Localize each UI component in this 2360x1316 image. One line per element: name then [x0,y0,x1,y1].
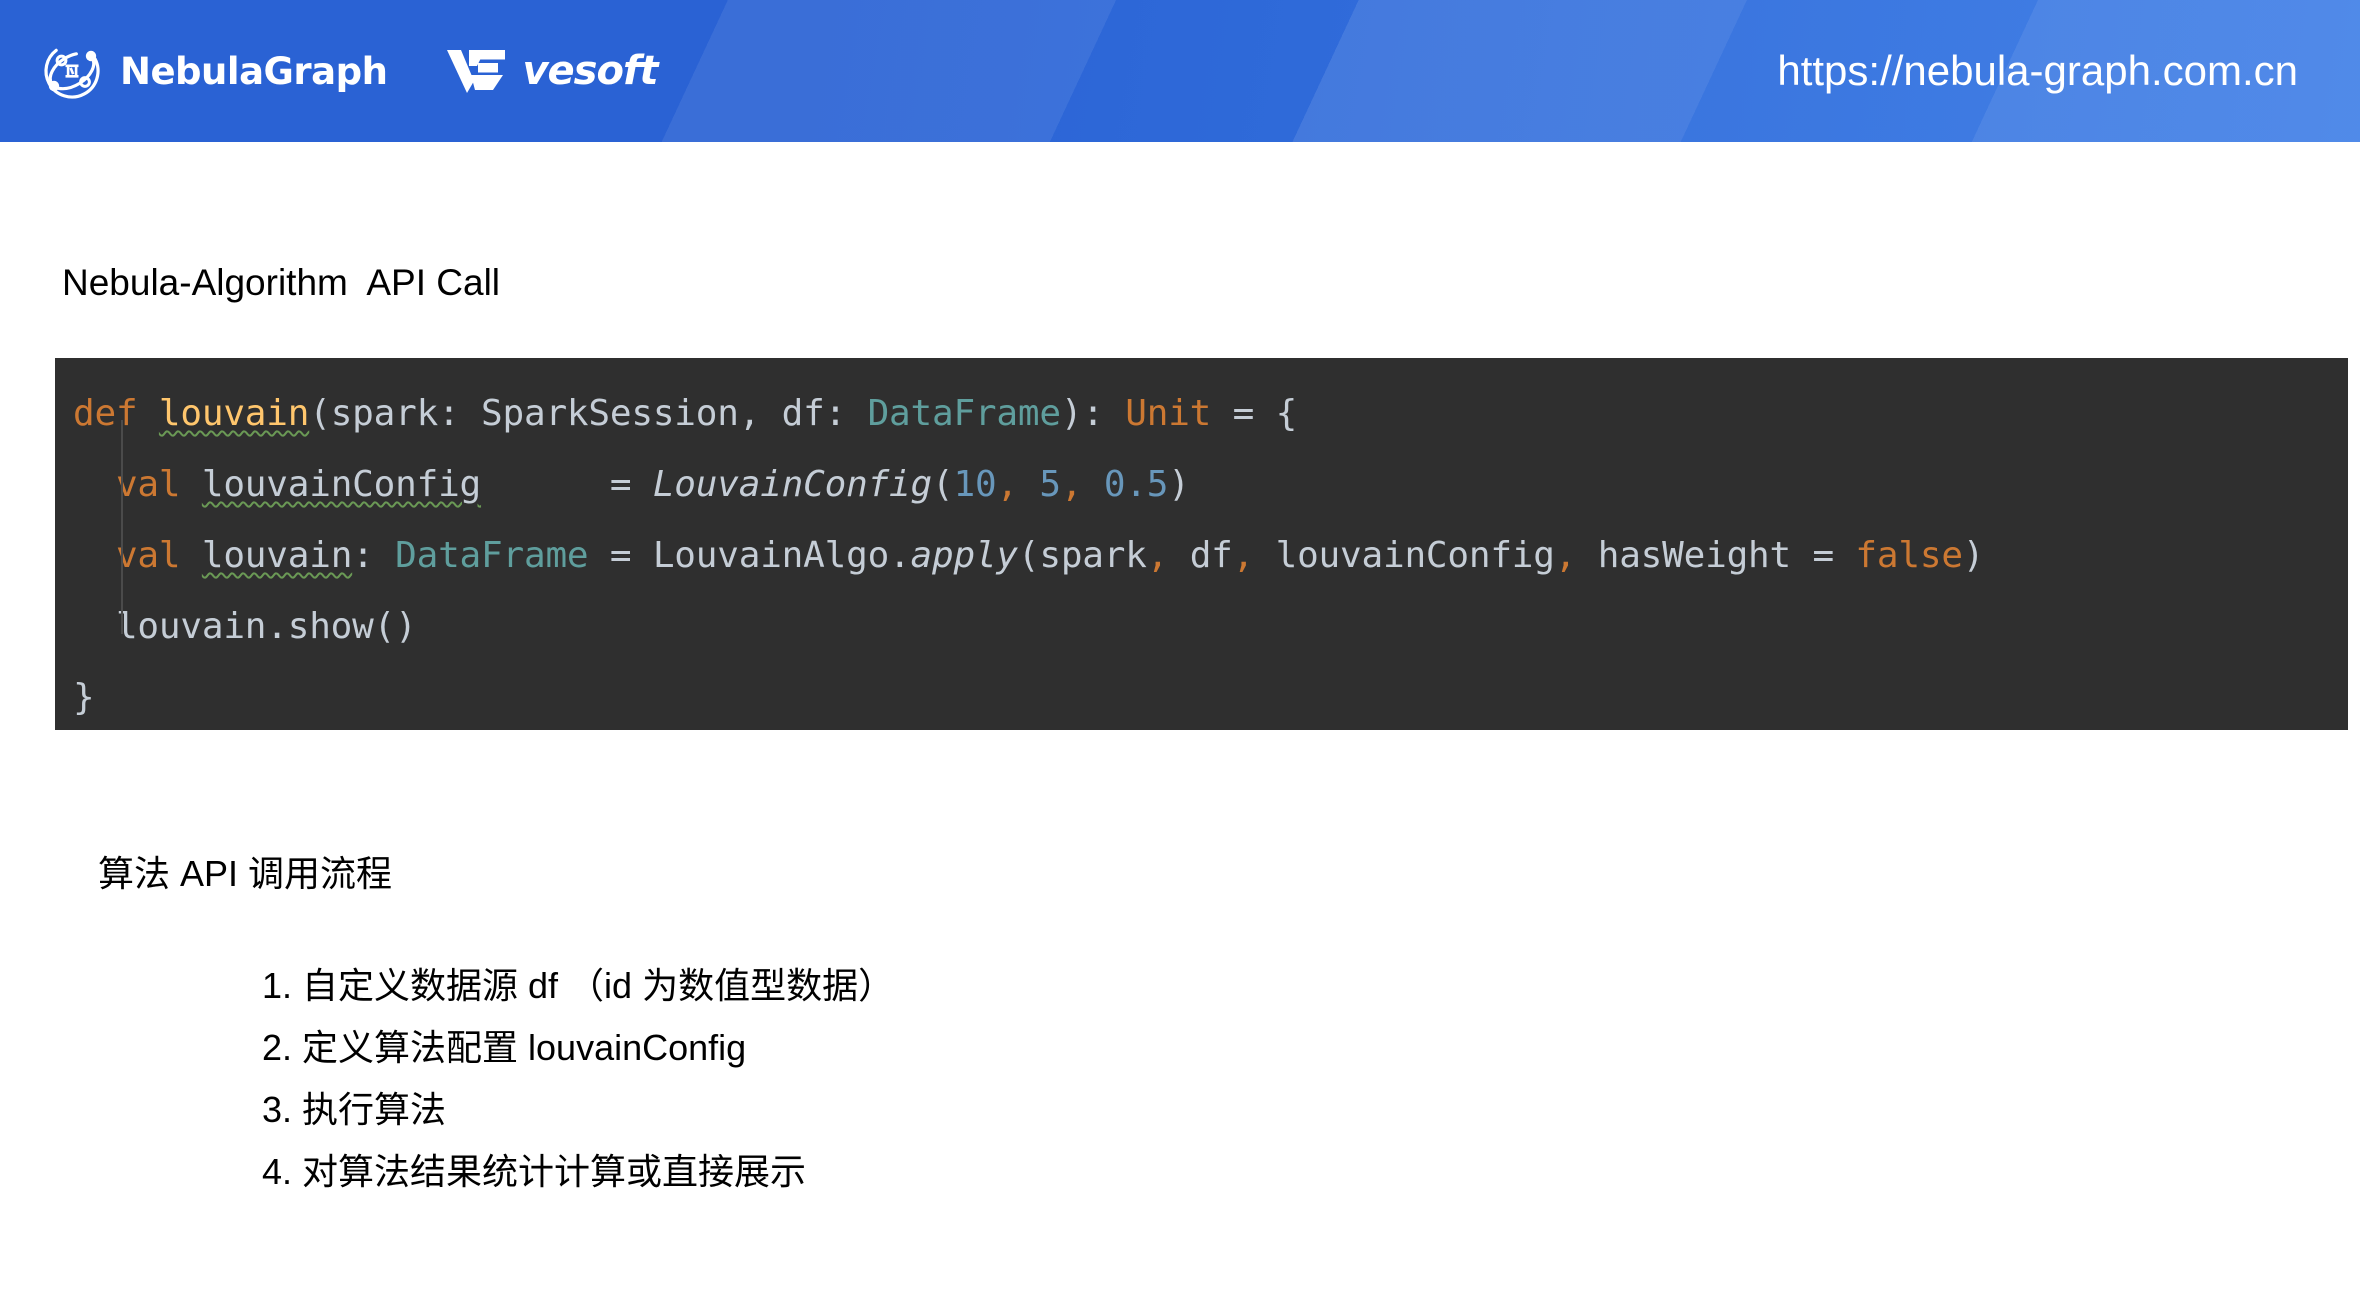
code-token: val [115,535,181,576]
code-token: def [73,393,138,434]
code-token: , [1232,535,1255,576]
code-token: ) [1962,535,1985,576]
code-token: , [1060,464,1083,505]
site-url[interactable]: https://nebula-graph.com.cn [1777,0,2298,142]
code-token: , [996,464,1018,505]
code-token: louvain [201,535,353,576]
code-token: val [115,464,181,505]
list-item: 4. 对算法结果统计计算或直接展示 [262,1151,807,1192]
vesoft-wordmark: vesoft [522,48,658,94]
code-token: ) [1168,464,1190,505]
page-header-banner: NebulaGraph vesoft https://nebula-graph.… [0,0,2360,142]
code-token: hasWeight = [1576,535,1856,576]
code-token: louvain [158,393,310,434]
flow-step-list: 1. 自定义数据源 df （id 为数值型数据） 2. 定义算法配置 louva… [262,955,894,1203]
code-token: LouvainConfig [652,464,932,505]
code-token: : [352,535,396,576]
code-token: , [1554,535,1577,576]
code-token: (spark: SparkSession, df: [309,393,868,434]
flow-heading: 算法 API 调用流程 [98,853,393,894]
brand-lockup-group: NebulaGraph vesoft [40,0,658,142]
code-token: apply [910,535,1019,576]
code-token: df [1168,535,1233,576]
code-token: Unit [1125,393,1212,434]
code-token: louvain.show() [73,606,417,647]
nebulagraph-wordmark: NebulaGraph [120,49,388,93]
vesoft-v-icon [447,48,509,94]
code-token: = { [1211,393,1298,434]
slide-title: Nebula-Algorithm API Call [62,262,501,303]
list-item: 2. 定义算法配置 louvainConfig [262,1027,747,1068]
code-token: , [1146,535,1169,576]
vesoft-logo: vesoft [447,48,658,94]
code-token: 5 [1039,464,1061,505]
code-token: } [73,677,95,718]
list-item: 1. 自定义数据源 df （id 为数值型数据） [262,965,895,1006]
nebulagraph-orbit-icon [40,39,104,103]
code-token: ): [1060,393,1126,434]
code-content[interactable]: def louvain(spark: SparkSession, df: Dat… [55,378,2348,730]
code-token: = LouvainAlgo. [588,535,911,576]
code-token: (spark [1017,535,1147,576]
code-token: 0.5 [1103,464,1169,505]
code-token: louvainConfig [1254,535,1555,576]
nebulagraph-logo: NebulaGraph [40,39,388,103]
code-indent-guide [121,420,123,634]
code-token: DataFrame [867,393,1061,434]
code-token: louvainConfig [201,464,482,505]
code-token: 10 [953,464,997,505]
code-token: = [481,464,653,505]
code-block: def louvain(spark: SparkSession, df: Dat… [55,358,2348,730]
code-token: ( [932,464,954,505]
list-item: 3. 执行算法 [262,1089,447,1130]
code-token: false [1855,535,1963,576]
code-token: DataFrame [395,535,589,576]
